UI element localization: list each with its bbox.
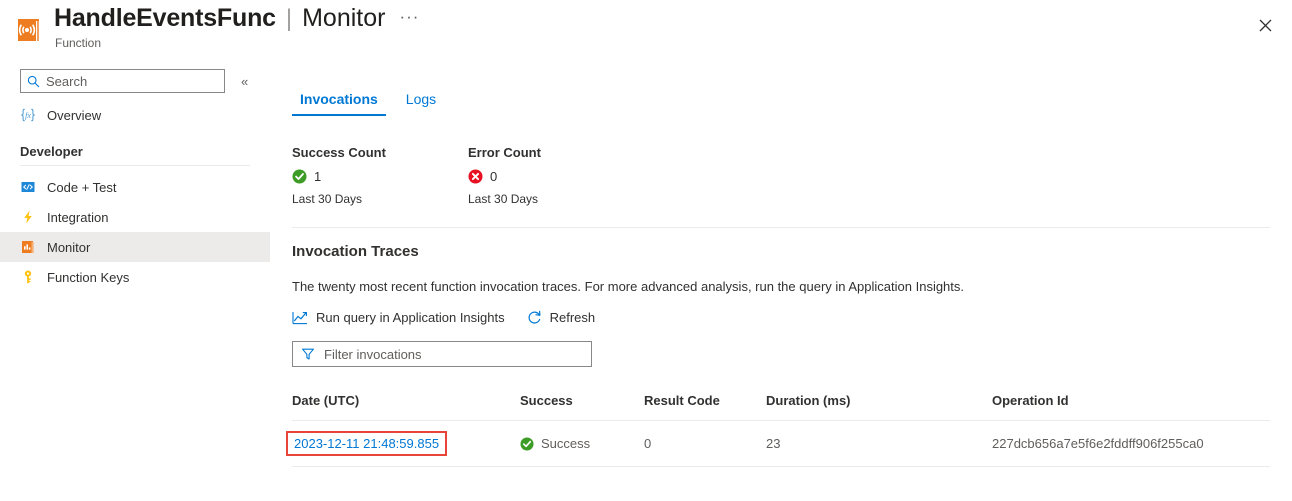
sidebar-item-overview[interactable]: fx Overview [0, 100, 270, 130]
date-highlight-annotation: 2023-12-11 21:48:59.855 [286, 431, 447, 456]
sidebar-item-label: Function Keys [47, 270, 129, 285]
invocation-traces-table: Date (UTC) Success Result Code Duration … [292, 393, 1270, 467]
title-separator: | [284, 5, 294, 33]
cell-result-code: 0 [644, 421, 766, 467]
metric-value: 0 [490, 169, 497, 184]
cell-duration: 23 [766, 421, 992, 467]
refresh-icon [527, 310, 542, 325]
close-icon[interactable] [1250, 10, 1280, 40]
filter-invocations-input[interactable]: Filter invocations [292, 341, 592, 367]
sidebar-search-row: Search « [0, 69, 270, 93]
page-section-name: Monitor [302, 4, 385, 33]
function-app-icon [15, 16, 43, 44]
success-status-text: Success [541, 436, 590, 451]
metric-value-row: 1 [292, 169, 468, 184]
metric-value-row: 0 [468, 169, 644, 184]
line-chart-icon [292, 310, 308, 325]
sidebar-divider [20, 165, 250, 166]
resource-type-label: Function [55, 36, 101, 50]
cell-date: 2023-12-11 21:48:59.855 [292, 421, 520, 467]
sidebar-item-code-test[interactable]: Code + Test [0, 172, 270, 202]
refresh-button[interactable]: Refresh [527, 310, 596, 325]
more-options-button[interactable]: ··· [393, 5, 425, 29]
column-header-operation-id[interactable]: Operation Id [992, 393, 1270, 421]
command-label: Refresh [550, 310, 596, 325]
metric-value: 1 [314, 169, 321, 184]
metric-success-count: Success Count 1 Last 30 Days [292, 145, 468, 206]
run-query-button[interactable]: Run query in Application Insights [292, 310, 505, 325]
sidebar-section-developer: Developer [0, 144, 270, 159]
sidebar-item-monitor[interactable]: Monitor [0, 232, 270, 262]
cell-operation-id: 227dcb656a7e5f6e2fddff906f255ca0 [992, 421, 1270, 467]
svg-text:fx: fx [25, 111, 31, 120]
sidebar-item-label: Monitor [47, 240, 90, 255]
column-header-result-code[interactable]: Result Code [644, 393, 766, 421]
sidebar-item-label: Integration [47, 210, 108, 225]
command-bar: Run query in Application Insights Refres… [292, 310, 1270, 325]
invocation-traces-description: The twenty most recent function invocati… [292, 279, 1270, 294]
tab-bar: Invocations Logs [292, 87, 1270, 116]
success-check-circle-icon [520, 437, 534, 451]
search-placeholder: Search [46, 74, 87, 89]
metric-title: Success Count [292, 145, 468, 160]
function-fx-icon: fx [20, 107, 36, 123]
section-divider [292, 227, 1270, 228]
metric-caption: Last 30 Days [292, 192, 468, 206]
invocation-traces-title: Invocation Traces [292, 243, 1270, 260]
metrics-row: Success Count 1 Last 30 Days Error Count [292, 145, 1270, 206]
sidebar-item-integration[interactable]: Integration [0, 202, 270, 232]
page-header: HandleEventsFunc | Monitor ··· Function [0, 0, 1292, 62]
main-content: Invocations Logs Success Count 1 Last 30… [270, 62, 1292, 501]
key-icon [20, 269, 36, 285]
sidebar-item-label: Overview [47, 108, 101, 123]
monitor-book-icon [20, 239, 36, 255]
lightning-bolt-icon [20, 209, 36, 225]
table-row[interactable]: 2023-12-11 21:48:59.855 Success [292, 421, 1270, 467]
error-x-circle-icon [468, 169, 483, 184]
column-header-date[interactable]: Date (UTC) [292, 393, 520, 421]
tab-invocations[interactable]: Invocations [292, 87, 386, 116]
cell-success: Success [520, 421, 644, 467]
sidebar-item-function-keys[interactable]: Function Keys [0, 262, 270, 292]
search-input[interactable]: Search [20, 69, 225, 93]
command-label: Run query in Application Insights [316, 310, 505, 325]
column-header-success[interactable]: Success [520, 393, 644, 421]
filter-placeholder: Filter invocations [324, 347, 422, 362]
code-brackets-icon [20, 179, 36, 195]
page-title: HandleEventsFunc | Monitor ··· [54, 4, 425, 33]
metric-error-count: Error Count 0 Last 30 Days [468, 145, 644, 206]
table-header-row: Date (UTC) Success Result Code Duration … [292, 393, 1270, 421]
search-icon [27, 75, 40, 88]
filter-funnel-icon [301, 347, 315, 361]
chevron-double-left-icon[interactable]: « [238, 72, 251, 91]
success-check-circle-icon [292, 169, 307, 184]
sidebar-item-label: Code + Test [47, 180, 117, 195]
tab-logs[interactable]: Logs [398, 87, 444, 116]
column-header-duration[interactable]: Duration (ms) [766, 393, 992, 421]
metric-title: Error Count [468, 145, 644, 160]
metric-caption: Last 30 Days [468, 192, 644, 206]
sidebar: Search « fx Overview Developer [0, 62, 270, 501]
invocation-date-link[interactable]: 2023-12-11 21:48:59.855 [294, 436, 439, 451]
body-area: Search « fx Overview Developer [0, 62, 1292, 501]
resource-name: HandleEventsFunc [54, 4, 276, 33]
